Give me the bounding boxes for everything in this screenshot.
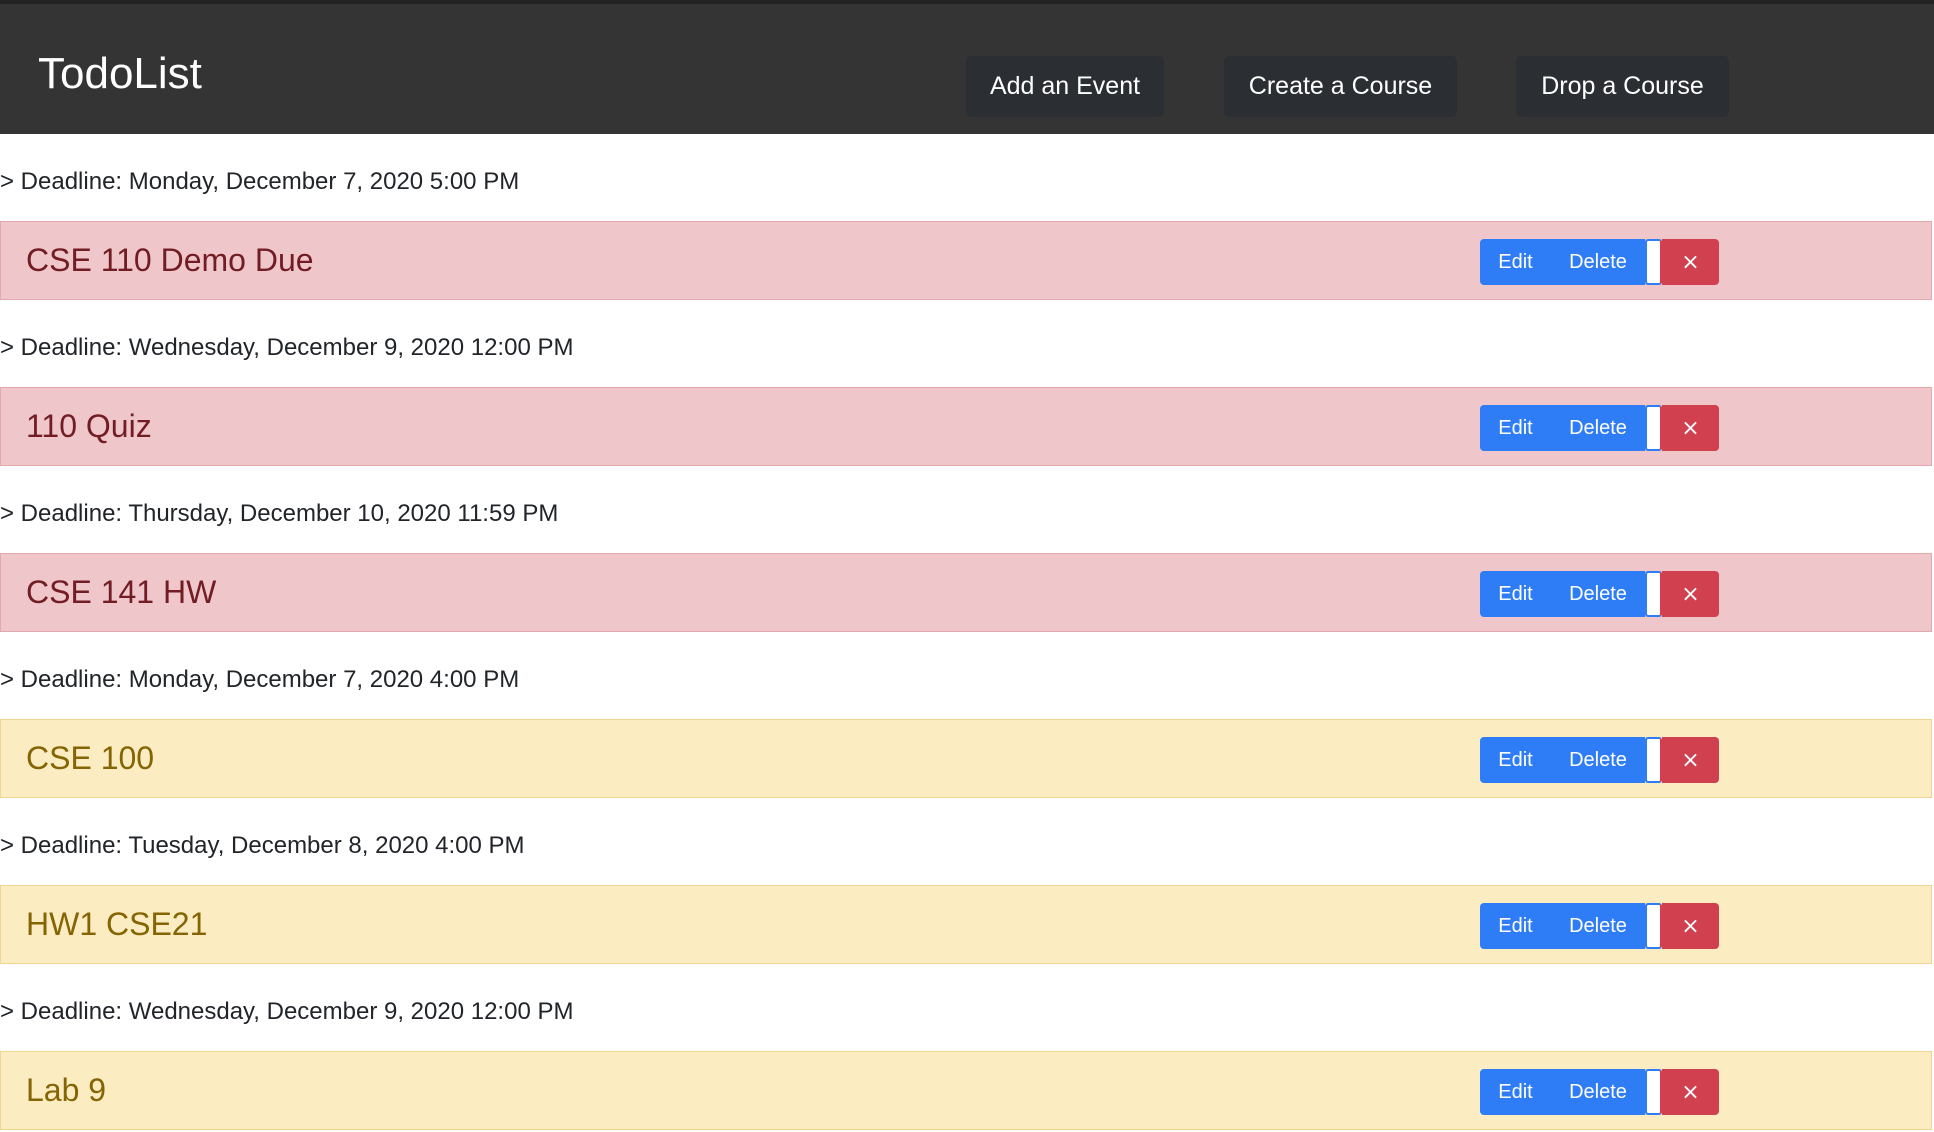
close-icon[interactable]: × <box>1662 903 1719 949</box>
event-row: CSE 141 HW Edit Delete × <box>0 553 1932 632</box>
event-action-group: Edit Delete × <box>1480 737 1719 783</box>
brand-title[interactable]: TodoList <box>38 52 202 96</box>
edit-button[interactable]: Edit <box>1480 405 1551 451</box>
complete-toggle[interactable] <box>1645 737 1662 783</box>
event-action-group: Edit Delete × <box>1480 571 1719 617</box>
todolist-page: TodoList Add an Event Create a Course Dr… <box>0 0 1934 1132</box>
event-title: Lab 9 <box>26 1072 107 1108</box>
event-deadline: > Deadline: Monday, December 7, 2020 4:0… <box>0 666 520 693</box>
event-deadline: > Deadline: Thursday, December 10, 2020 … <box>0 500 559 527</box>
complete-toggle[interactable] <box>1645 405 1662 451</box>
delete-button[interactable]: Delete <box>1551 737 1645 783</box>
event-row: Lab 9 Edit Delete × <box>0 1051 1932 1130</box>
close-icon[interactable]: × <box>1662 1069 1719 1115</box>
delete-button[interactable]: Delete <box>1551 239 1645 285</box>
close-icon[interactable]: × <box>1662 737 1719 783</box>
event-title: 110 Quiz <box>26 408 152 444</box>
complete-toggle[interactable] <box>1645 903 1662 949</box>
event-row: 110 Quiz Edit Delete × <box>0 387 1932 466</box>
edit-button[interactable]: Edit <box>1480 737 1551 783</box>
event-deadline: > Deadline: Tuesday, December 8, 2020 4:… <box>0 832 525 859</box>
edit-button[interactable]: Edit <box>1480 903 1551 949</box>
event-action-group: Edit Delete × <box>1480 903 1719 949</box>
edit-button[interactable]: Edit <box>1480 1069 1551 1115</box>
event-deadline: > Deadline: Monday, December 7, 2020 5:0… <box>0 168 520 195</box>
event-action-group: Edit Delete × <box>1480 405 1719 451</box>
event-deadline: > Deadline: Wednesday, December 9, 2020 … <box>0 334 574 361</box>
delete-button[interactable]: Delete <box>1551 405 1645 451</box>
close-icon[interactable]: × <box>1662 405 1719 451</box>
drop-course-button[interactable]: Drop a Course <box>1516 56 1729 117</box>
close-icon[interactable]: × <box>1662 571 1719 617</box>
event-row: CSE 110 Demo Due Edit Delete × <box>0 221 1932 300</box>
close-icon[interactable]: × <box>1662 239 1719 285</box>
complete-toggle[interactable] <box>1645 1069 1662 1115</box>
delete-button[interactable]: Delete <box>1551 1069 1645 1115</box>
event-deadline: > Deadline: Wednesday, December 9, 2020 … <box>0 998 574 1025</box>
event-title: CSE 110 Demo Due <box>26 242 314 278</box>
edit-button[interactable]: Edit <box>1480 239 1551 285</box>
event-title: CSE 141 HW <box>26 574 217 610</box>
event-row: CSE 100 Edit Delete × <box>0 719 1932 798</box>
event-action-group: Edit Delete × <box>1480 239 1719 285</box>
add-event-button[interactable]: Add an Event <box>966 56 1164 117</box>
delete-button[interactable]: Delete <box>1551 903 1645 949</box>
create-course-button[interactable]: Create a Course <box>1224 56 1457 117</box>
complete-toggle[interactable] <box>1645 571 1662 617</box>
complete-toggle[interactable] <box>1645 239 1662 285</box>
event-row: HW1 CSE21 Edit Delete × <box>0 885 1932 964</box>
event-action-group: Edit Delete × <box>1480 1069 1719 1115</box>
event-title: CSE 100 <box>26 740 155 776</box>
edit-button[interactable]: Edit <box>1480 571 1551 617</box>
delete-button[interactable]: Delete <box>1551 571 1645 617</box>
navbar: TodoList Add an Event Create a Course Dr… <box>0 0 1934 134</box>
event-title: HW1 CSE21 <box>26 906 208 942</box>
